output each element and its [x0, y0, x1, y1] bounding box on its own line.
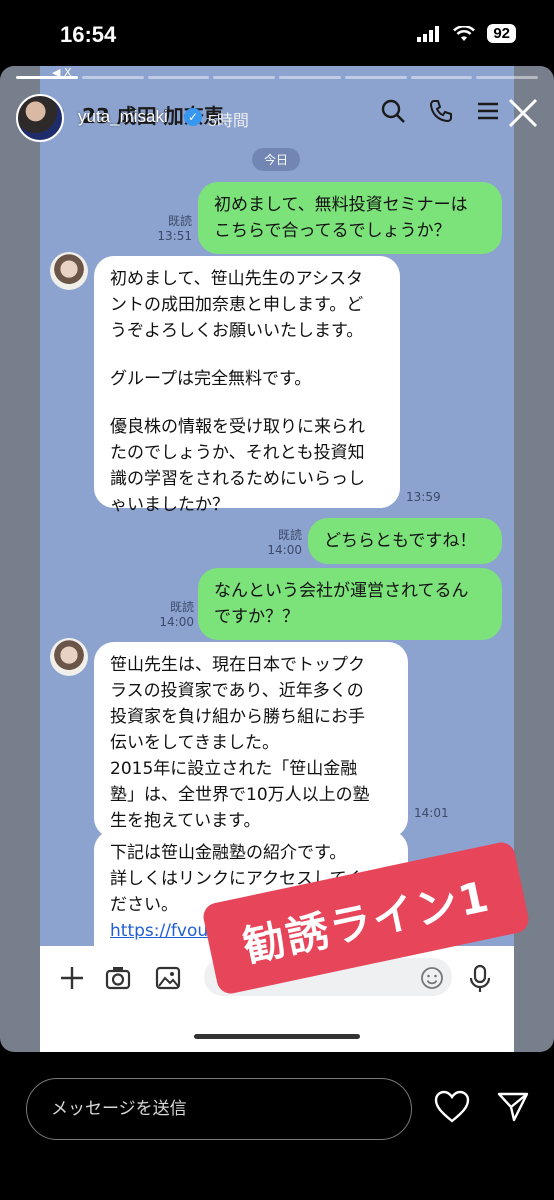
avatar[interactable] — [50, 252, 88, 290]
message-line: ラスの投資家であり、近年多くの — [110, 681, 364, 701]
message-gap — [110, 392, 384, 414]
camera-icon — [105, 967, 131, 990]
home-indicator — [194, 1034, 360, 1039]
read-receipt: 既読 — [167, 214, 192, 228]
date-label: 今日 — [252, 148, 301, 171]
message-line: 初めまして、笹山先生のアシスタ — [110, 269, 363, 289]
message-line: 下記は笹山金融塾の紹介です。 — [110, 843, 347, 863]
message-line: ゃいましたか？ — [110, 495, 229, 515]
menu-icon — [478, 102, 498, 120]
battery-indicator: 92 — [487, 24, 516, 43]
message-gap — [110, 344, 384, 366]
message-time: 13:59 — [406, 490, 441, 504]
message-meta: 既読 14:00 — [152, 600, 194, 630]
message-time: 14:01 — [414, 806, 449, 820]
message-line: どちらともですね！ — [324, 531, 477, 551]
story-posted-ago: 5時間 — [208, 113, 249, 130]
tiny-mark: ◀ X — [52, 66, 72, 79]
message-line: うぞよろしくお願いいたします。 — [110, 321, 364, 341]
message-time: 13:51 — [157, 229, 192, 243]
message-bubble-incoming: 初めまして、笹山先生のアシスタ ントの成田加奈恵と申します。ど うぞよろしくお願… — [94, 256, 400, 515]
status-icons: 92 — [417, 24, 516, 43]
message-time: 14:00 — [267, 543, 302, 557]
send-icon[interactable] — [496, 1090, 530, 1124]
read-receipt: 既読 — [169, 600, 194, 614]
read-receipt: 既読 — [277, 528, 302, 542]
message-line: ですか？？ — [214, 607, 299, 627]
heart-icon[interactable] — [434, 1090, 470, 1124]
plus-icon — [61, 967, 83, 989]
progress-segment — [279, 76, 341, 79]
chat-header-icons — [380, 98, 500, 124]
message-bubble-outgoing: 初めまして、無料投資セミナーは こちらで合ってるでしょうか？ — [198, 182, 502, 254]
progress-segment — [213, 76, 275, 79]
story-progress — [16, 76, 538, 79]
message-line: 2015年に設立された「笹山金融 — [110, 759, 358, 779]
progress-segment — [410, 76, 473, 79]
story-reply-input[interactable]: メッセージを送信 — [26, 1078, 412, 1140]
progress-segment — [476, 76, 538, 79]
message-line: 塾」は、全世界で10万人以上の塾 — [110, 785, 370, 805]
phone-icon — [429, 100, 452, 123]
mic-icon — [469, 964, 491, 992]
wifi-icon — [453, 25, 476, 41]
avatar[interactable] — [50, 638, 88, 676]
message-time: 14:00 — [159, 615, 194, 629]
story-avatar[interactable] — [16, 94, 64, 142]
emoji-icon — [421, 967, 443, 989]
message-line: ントの成田加奈恵と申します。ど — [110, 295, 364, 315]
message-bubble-incoming: 笹山先生は、現在日本でトップク ラスの投資家であり、近年多くの 投資家を負け組か… — [94, 642, 408, 838]
story-content[interactable]: ‹ 23 成田 加奈恵 今日 既読 13:51 初めまして、無料投資セミナーは … — [0, 66, 554, 1052]
status-time: 16:54 — [60, 22, 117, 47]
message-line: 初めまして、無料投資セミナーは — [214, 195, 468, 215]
message-line: 識の学習をされるためにいらっし — [110, 469, 365, 489]
story-username[interactable]: yuta_misaki — [78, 107, 168, 127]
instagram-story-screen: 16:54 92 ‹ 23 成田 加奈恵 今日 既読 — [0, 0, 554, 1200]
close-icon[interactable] — [506, 96, 540, 130]
progress-segment — [344, 76, 407, 79]
message-line: グループは完全無料です。 — [110, 369, 312, 389]
message-meta: 既読 14:00 — [260, 528, 302, 558]
message-bubble-outgoing: どちらともですね！ — [308, 518, 502, 564]
message-line: なんという会社が運営されてるん — [214, 581, 469, 601]
message-meta: 既読 13:51 — [150, 214, 192, 244]
message-line: こちらで合ってるでしょうか？ — [214, 221, 451, 241]
search-icon — [381, 99, 405, 123]
message-line: たのでしょうか、それとも投資知 — [110, 443, 365, 463]
progress-segment — [81, 76, 144, 79]
progress-segment — [147, 76, 210, 79]
message-line: 優良株の情報を受け取りに来られ — [110, 417, 365, 437]
message-line: 投資家を負け組から勝ち組にお手 — [110, 707, 365, 727]
signal-icon — [417, 25, 440, 42]
message-bubble-outgoing: なんという会社が運営されてるん ですか？？ — [198, 568, 502, 640]
message-line: 笹山先生は、現在日本でトップク — [110, 655, 365, 675]
message-line: 伝いをしてきました。 — [110, 733, 279, 753]
image-icon — [155, 966, 181, 990]
verified-icon: ✓ — [184, 108, 202, 126]
